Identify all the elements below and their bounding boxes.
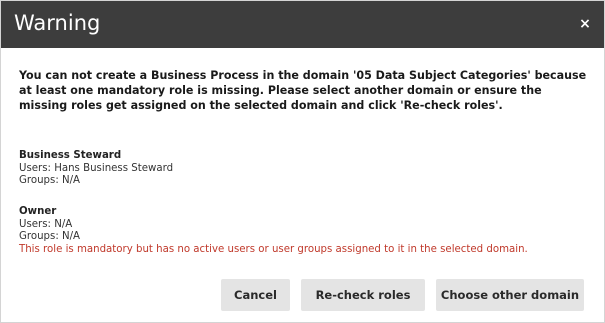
role-groups: Groups: N/A	[19, 175, 81, 186]
role-users: Users: Hans Business Steward	[19, 162, 174, 174]
role-name: Business Steward	[19, 150, 122, 161]
dialog-buttons: Cancel Re-check roles Choose other domai…	[221, 279, 584, 311]
role-business-steward: Business Steward Users: Hans Business St…	[19, 150, 591, 188]
role-owner: Owner Users: N/A Groups: N/A This role i…	[19, 206, 591, 256]
warning-dialog: Warning × You can not create a Business …	[0, 0, 605, 323]
warning-message: You can not create a Business Process in…	[19, 69, 587, 112]
choose-other-domain-button[interactable]: Choose other domain	[436, 279, 584, 311]
dialog-title: Warning	[14, 11, 101, 35]
role-groups: Groups: N/A	[19, 231, 81, 242]
dialog-titlebar: Warning ×	[1, 1, 604, 48]
role-missing-warning: This role is mandatory but has no active…	[19, 243, 528, 255]
dialog-body: You can not create a Business Process in…	[19, 68, 591, 113]
role-users: Users: N/A	[19, 218, 73, 230]
close-icon[interactable]: ×	[578, 16, 592, 32]
recheck-roles-button[interactable]: Re-check roles	[301, 279, 425, 311]
cancel-button[interactable]: Cancel	[221, 279, 290, 311]
role-name: Owner	[19, 206, 57, 217]
